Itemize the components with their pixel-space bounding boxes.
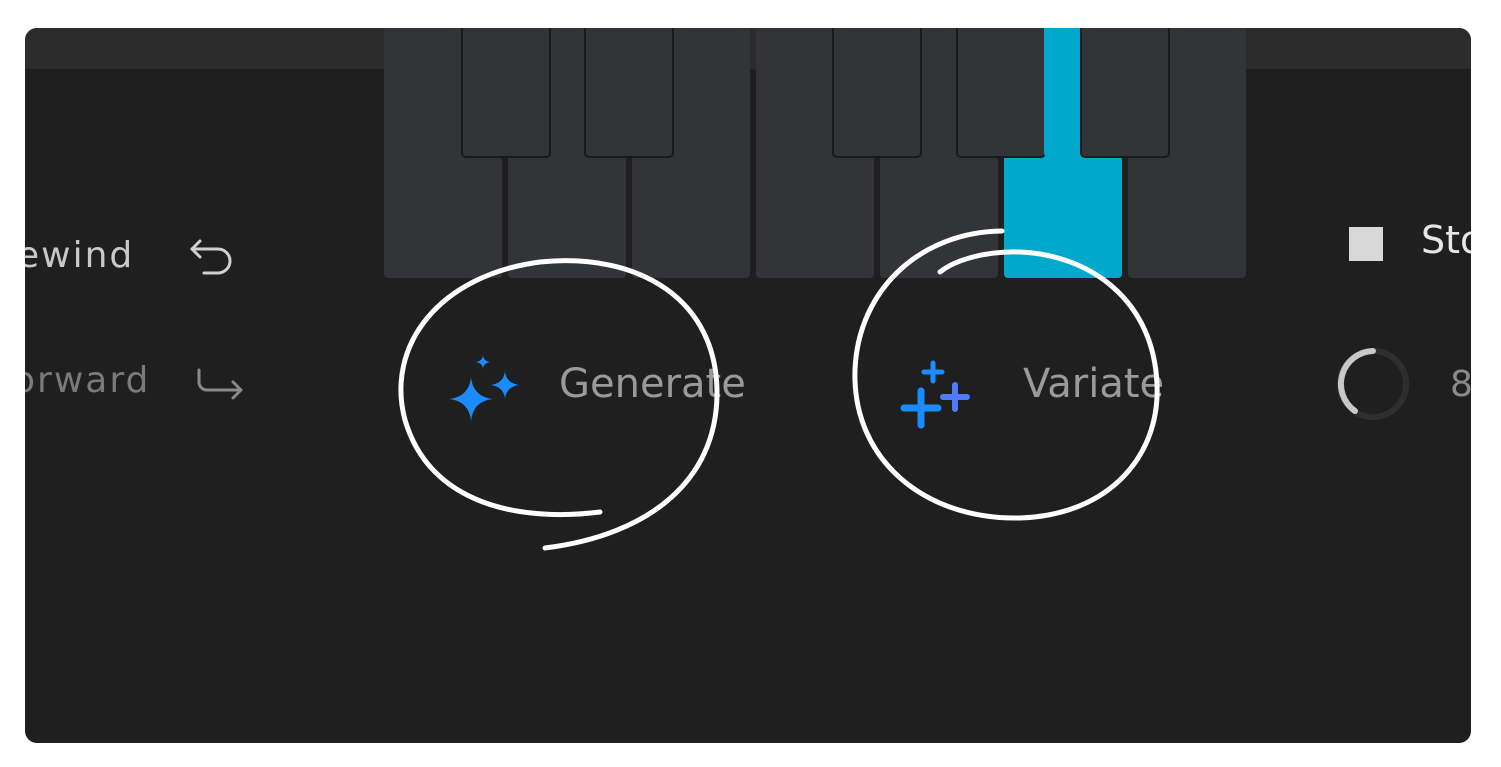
black-key-active-stem [1044,28,1078,158]
forward-button[interactable]: orward [25,360,150,401]
sparkles-icon [449,355,519,421]
variate-button[interactable]: Variate [885,343,1185,443]
piano-keyboard [384,28,1246,280]
forward-label: orward [25,360,151,401]
dial-icon[interactable] [1333,344,1413,424]
black-key-5[interactable] [1080,28,1170,158]
redo-arrow-icon [197,368,243,400]
plus-cluster-icon [900,360,970,429]
variate-label: Variate [1023,361,1165,407]
stop-square-icon [1349,227,1383,261]
stop-label: Sto [1421,218,1471,262]
rewind-label: ewind [25,235,135,276]
main-panel: ewind orward Generate Variate Sto [25,28,1471,743]
black-key-4[interactable] [956,28,1046,158]
undo-arrow-icon [190,239,232,275]
black-key-3[interactable] [832,28,922,158]
generate-label: Generate [559,361,746,407]
black-key-2[interactable] [584,28,674,158]
black-key-1[interactable] [461,28,551,158]
tempo-value: 8 [1450,364,1471,405]
rewind-button[interactable]: ewind [25,235,134,276]
generate-button[interactable]: Generate [435,343,755,443]
